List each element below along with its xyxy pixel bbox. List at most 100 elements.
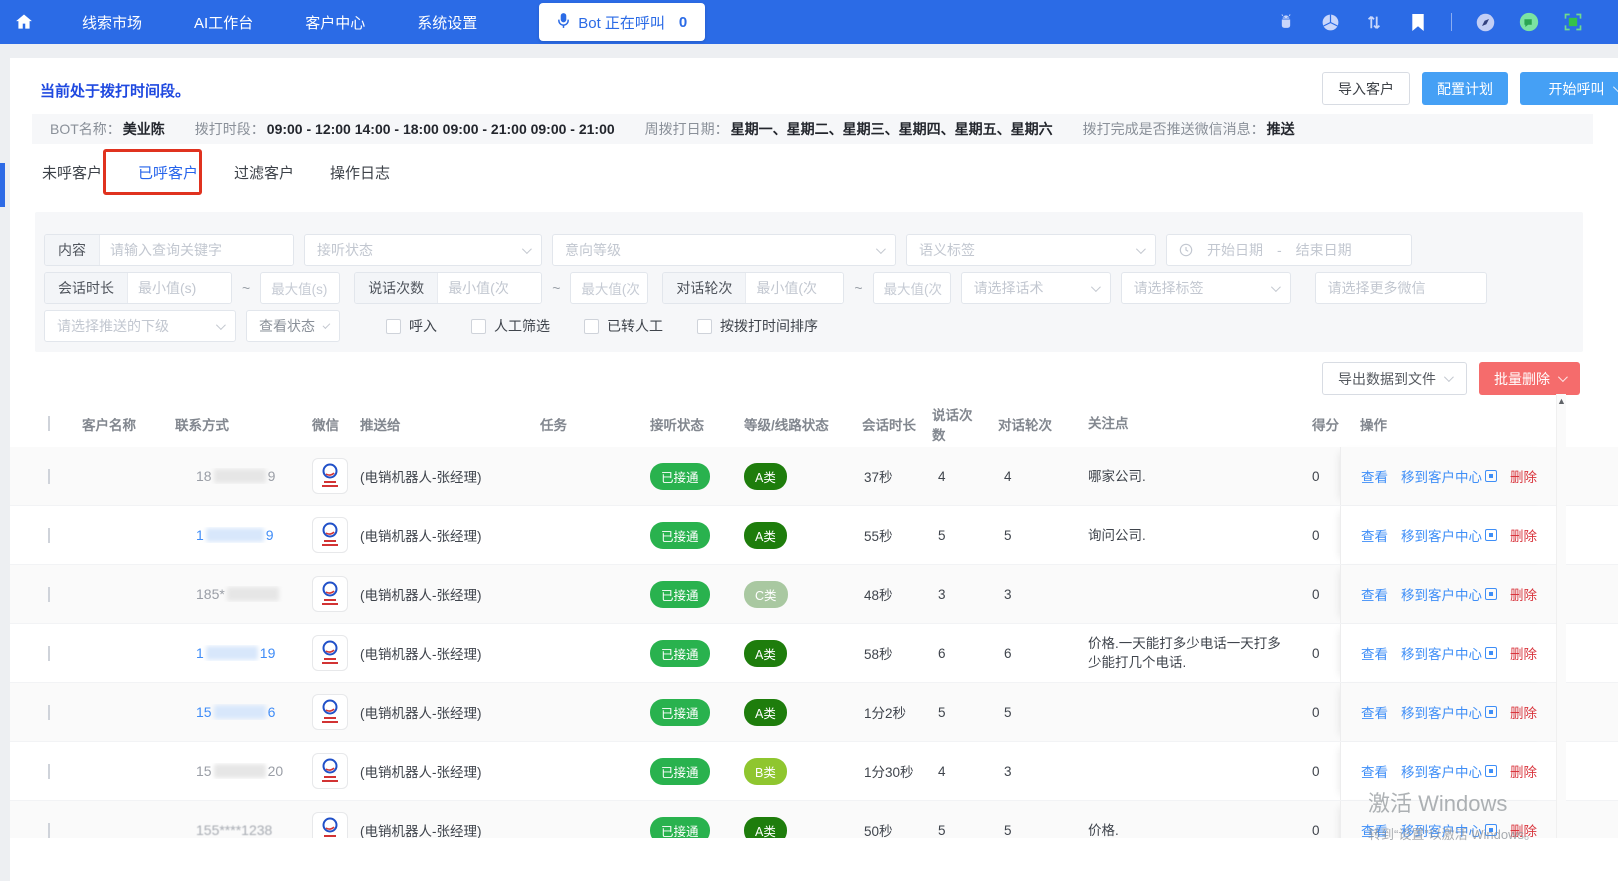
- phone-number: 19: [196, 527, 274, 543]
- row-checkbox-cell: [10, 822, 68, 838]
- speak-count: 6: [938, 645, 946, 661]
- view-link[interactable]: 查看: [1361, 525, 1388, 545]
- delete-link[interactable]: 删除: [1510, 820, 1537, 838]
- row-checkbox[interactable]: [48, 586, 50, 602]
- col-duration: 会话时长: [862, 417, 916, 433]
- tag-select[interactable]: 请选择标签: [1120, 272, 1291, 304]
- select-all-checkbox[interactable]: [48, 416, 50, 431]
- row-checkbox-cell: [10, 586, 68, 602]
- row-checkbox[interactable]: [48, 763, 50, 779]
- wechat-avatar[interactable]: [312, 812, 348, 838]
- checkbox-transferred-to-human[interactable]: 已转人工: [584, 316, 663, 336]
- rounds-min-input[interactable]: [746, 273, 844, 303]
- tab-uncalled-customers[interactable]: 未呼客户: [40, 158, 104, 187]
- level-badge: A类: [744, 462, 787, 490]
- checkbox-manual-filter[interactable]: 人工筛选: [471, 316, 550, 336]
- duration-filter-group: 会话时长: [44, 272, 232, 304]
- nav-item-ai-workbench[interactable]: AI工作台: [194, 12, 253, 33]
- tab-operation-log[interactable]: 操作日志: [328, 158, 392, 187]
- row-checkbox[interactable]: [48, 468, 50, 484]
- move-to-customer-center-link[interactable]: 移到客户中心: [1401, 643, 1497, 663]
- duration-max-input[interactable]: 最大值(s): [260, 272, 341, 304]
- wechat-avatar[interactable]: [312, 635, 348, 671]
- view-link[interactable]: 查看: [1361, 761, 1388, 781]
- view-link[interactable]: 查看: [1361, 466, 1388, 486]
- compass-icon[interactable]: [1474, 11, 1496, 33]
- table-body: 18 9 (电销机器人-张经理) 已接通 A类 37秒 4 4 哪家公司. 0 查看 移到客户中心 删除…: [10, 447, 1618, 838]
- move-to-customer-center-link[interactable]: 移到客户中心: [1401, 702, 1497, 722]
- start-call-button[interactable]: 开始呼叫: [1520, 72, 1618, 105]
- tab-called-customers[interactable]: 已呼客户: [136, 158, 200, 187]
- export-data-button[interactable]: 导出数据到文件: [1322, 362, 1467, 395]
- delete-link[interactable]: 删除: [1510, 584, 1537, 604]
- scroll-up-arrow[interactable]: ▲: [1557, 394, 1566, 838]
- semantic-tag-select[interactable]: 语义标签: [906, 234, 1156, 266]
- fullscreen-icon[interactable]: [1562, 11, 1584, 33]
- tab-filtered-customers[interactable]: 过滤客户: [232, 158, 296, 187]
- wechat-avatar[interactable]: [312, 753, 348, 789]
- view-link[interactable]: 查看: [1361, 820, 1388, 838]
- more-wechat-select[interactable]: 请选择更多微信: [1314, 272, 1487, 304]
- tilde-separator: ~: [242, 280, 251, 296]
- move-to-customer-center-link[interactable]: 移到客户中心: [1401, 761, 1497, 781]
- android-icon[interactable]: [1275, 11, 1297, 33]
- listen-status-select[interactable]: 接听状态: [304, 234, 542, 266]
- nav-item-system-settings[interactable]: 系统设置: [417, 12, 477, 33]
- speak-min-input[interactable]: [438, 273, 542, 303]
- date-range-picker[interactable]: 开始日期 - 结束日期: [1166, 234, 1412, 266]
- row-checkbox[interactable]: [48, 822, 50, 838]
- move-to-customer-center-link[interactable]: 移到客户中心: [1401, 525, 1497, 545]
- move-to-customer-center-link[interactable]: 移到客户中心: [1401, 820, 1497, 838]
- phone-number: 15 6: [196, 704, 276, 720]
- wechat-avatar[interactable]: [312, 458, 348, 494]
- view-link[interactable]: 查看: [1361, 584, 1388, 604]
- view-link[interactable]: 查看: [1361, 702, 1388, 722]
- import-customers-button[interactable]: 导入客户: [1322, 72, 1410, 105]
- delete-link[interactable]: 删除: [1510, 643, 1537, 663]
- chevron-down-icon: [1135, 243, 1146, 254]
- speak-count: 5: [938, 822, 946, 838]
- bot-calling-button[interactable]: Bot 正在呼叫 0: [539, 3, 706, 41]
- delete-link[interactable]: 删除: [1510, 466, 1537, 486]
- table-toolbar: 导出数据到文件 批量删除: [1322, 362, 1580, 395]
- duration-label: 会话时长: [45, 273, 128, 303]
- page: 线索市场 AI工作台 客户中心 系统设置 Bot 正在呼叫 0 当前处于拨打时间…: [0, 0, 1618, 881]
- wechat-avatar[interactable]: [312, 694, 348, 730]
- customer-row: 18 9 (电销机器人-张经理) 已接通 A类 37秒 4 4 哪家公司. 0 查看 移到客户中心 删除: [10, 447, 1618, 506]
- nav-item-leads-market[interactable]: 线索市场: [82, 12, 142, 33]
- view-link[interactable]: 查看: [1361, 643, 1388, 663]
- bookmark-icon[interactable]: [1407, 11, 1429, 33]
- intent-level-select[interactable]: 意向等级: [552, 234, 896, 266]
- delete-link[interactable]: 删除: [1510, 525, 1537, 545]
- table-scrollbar[interactable]: ▲: [1556, 394, 1566, 838]
- delete-link[interactable]: 删除: [1510, 761, 1537, 781]
- content-search-input[interactable]: [100, 235, 293, 265]
- wechat-icon[interactable]: [1518, 11, 1540, 33]
- operations-cell: 查看 移到客户中心 删除: [1340, 506, 1550, 564]
- row-checkbox[interactable]: [48, 704, 50, 720]
- dialog-rounds: 5: [1004, 527, 1012, 543]
- home-icon[interactable]: [14, 12, 34, 32]
- row-checkbox[interactable]: [48, 645, 50, 661]
- checkbox-sort-by-dial-time[interactable]: 按拨打时间排序: [697, 316, 818, 336]
- batch-delete-button[interactable]: 批量删除: [1479, 362, 1580, 395]
- wechat-avatar[interactable]: [312, 576, 348, 612]
- aperture-icon[interactable]: [1319, 11, 1341, 33]
- nav-item-customer-center[interactable]: 客户中心: [305, 12, 365, 33]
- phone-cell: 15 20: [156, 763, 296, 779]
- view-status-select[interactable]: 查看状态: [246, 310, 340, 342]
- script-select[interactable]: 请选择话术: [960, 272, 1111, 304]
- push-subordinate-select[interactable]: 请选择推送的下级: [44, 310, 236, 342]
- row-checkbox[interactable]: [48, 527, 50, 543]
- configure-plan-button[interactable]: 配置计划: [1422, 72, 1508, 105]
- speak-max-input[interactable]: 最大值(次: [570, 272, 649, 304]
- move-to-customer-center-link[interactable]: 移到客户中心: [1401, 584, 1497, 604]
- delete-link[interactable]: 删除: [1510, 702, 1537, 722]
- sort-arrows-icon[interactable]: [1363, 11, 1385, 33]
- rounds-max-input[interactable]: 最大值(次: [872, 272, 951, 304]
- duration-min-input[interactable]: [128, 273, 231, 303]
- wechat-avatar[interactable]: [312, 517, 348, 553]
- checkbox-inbound[interactable]: 呼入: [386, 316, 437, 336]
- row-checkbox-cell: [10, 645, 68, 661]
- move-to-customer-center-link[interactable]: 移到客户中心: [1401, 466, 1497, 486]
